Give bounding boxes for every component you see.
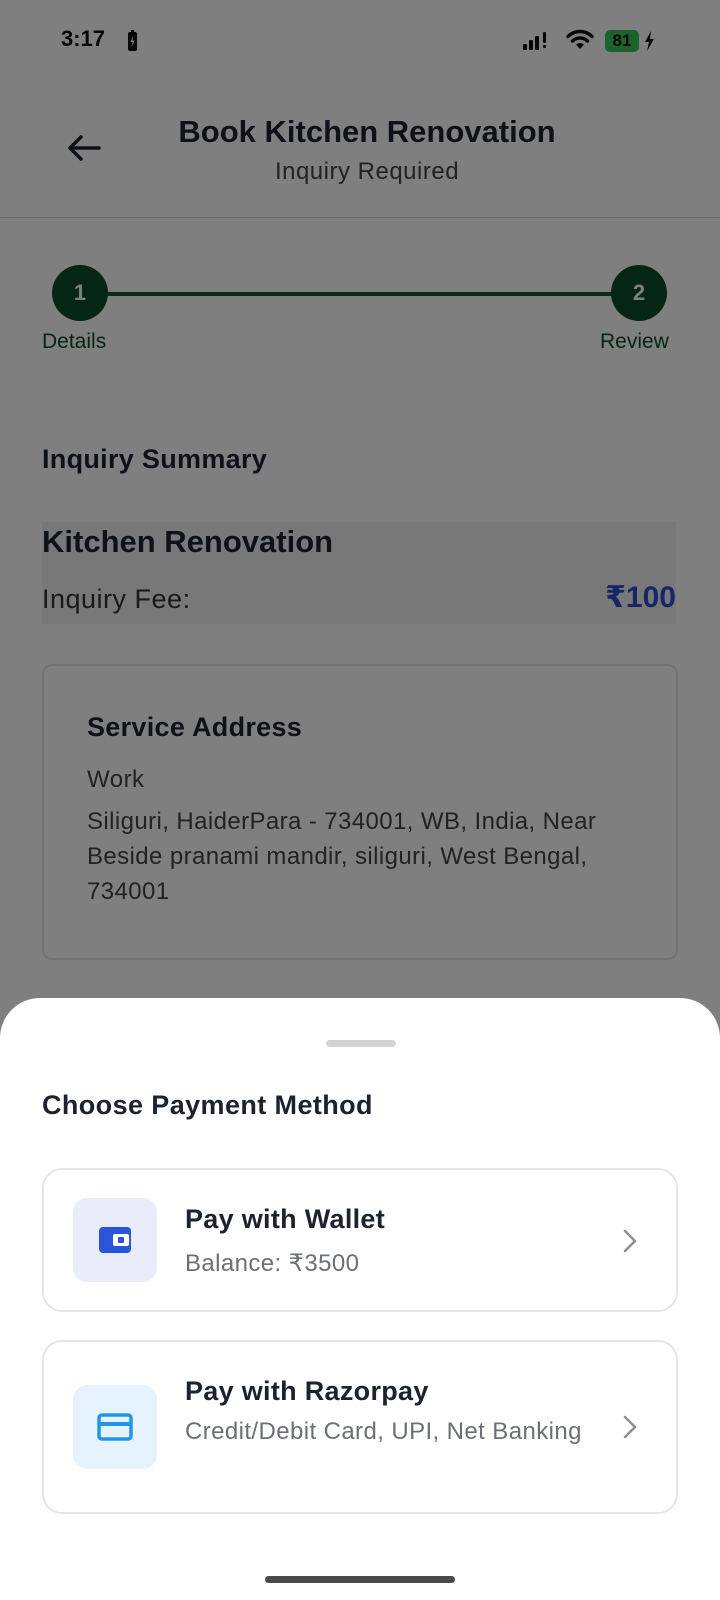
sheet-title: Choose Payment Method xyxy=(42,1090,373,1120)
wallet-option-title: Pay with Wallet xyxy=(185,1204,386,1234)
pay-with-wallet-option[interactable]: Pay with Wallet Balance: ₹3500 xyxy=(42,1168,678,1312)
razorpay-option-title: Pay with Razorpay xyxy=(185,1376,429,1406)
wallet-icon-tile xyxy=(73,1198,157,1282)
wallet-icon xyxy=(99,1227,131,1253)
sheet-drag-handle[interactable] xyxy=(326,1040,396,1047)
chevron-right-icon xyxy=(620,1412,640,1442)
chevron-right-icon xyxy=(620,1226,640,1256)
pay-with-razorpay-option[interactable]: Pay with Razorpay Credit/Debit Card, UPI… xyxy=(42,1340,678,1514)
payment-method-sheet: Choose Payment Method Pay with Wallet Ba… xyxy=(0,998,720,1600)
credit-card-icon-tile xyxy=(73,1385,157,1469)
credit-card-icon xyxy=(97,1413,133,1441)
razorpay-option-description: Credit/Debit Card, UPI, Net Banking xyxy=(185,1418,582,1445)
wallet-balance: Balance: ₹3500 xyxy=(185,1250,360,1277)
home-indicator[interactable] xyxy=(265,1576,455,1583)
